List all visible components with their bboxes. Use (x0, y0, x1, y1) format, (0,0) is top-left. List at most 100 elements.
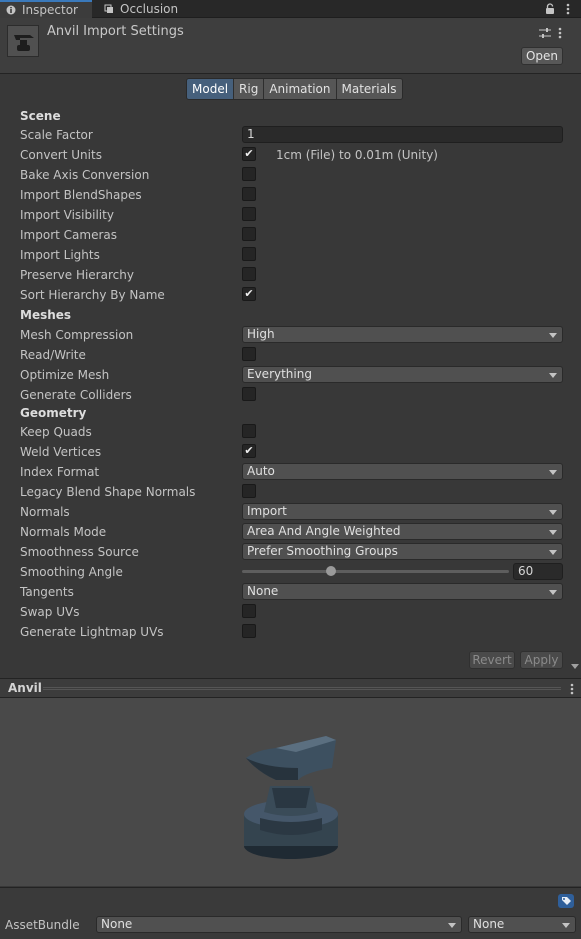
tab-rig[interactable]: Rig (234, 79, 265, 99)
kebab-menu-icon[interactable] (566, 3, 570, 15)
mesh-compression-label: Mesh Compression (20, 328, 134, 342)
asset-thumbnail (7, 25, 39, 57)
generate-colliders-checkbox[interactable] (242, 387, 256, 401)
normals-mode-label: Normals Mode (20, 525, 107, 539)
import-visibility-label: Import Visibility (20, 208, 114, 222)
scale-factor-label: Scale Factor (20, 128, 93, 142)
optimize-mesh-label: Optimize Mesh (20, 368, 110, 382)
legacy-blend-checkbox[interactable] (242, 484, 256, 498)
normals-mode-dropdown[interactable]: Area And Angle Weighted (242, 523, 563, 540)
lightmap-uvs-label: Generate Lightmap UVs (20, 625, 164, 639)
preserve-hierarchy-label: Preserve Hierarchy (20, 268, 134, 282)
import-tabs: Model Rig Animation Materials (186, 78, 403, 100)
import-cameras-label: Import Cameras (20, 228, 117, 242)
index-format-label: Index Format (20, 465, 100, 479)
anvil-model (244, 736, 338, 859)
smoothness-source-value: Prefer Smoothing Groups (247, 544, 398, 558)
chevron-down-icon (549, 550, 557, 555)
inspector-header: Anvil Import Settings Open (0, 18, 581, 74)
open-button[interactable]: Open (521, 47, 563, 65)
lock-icon[interactable] (545, 3, 555, 14)
asset-bundle-label: AssetBundle (5, 918, 80, 932)
chevron-down-icon (562, 923, 570, 928)
chevron-down-icon (549, 470, 557, 475)
chevron-down-icon (549, 373, 557, 378)
import-cameras-checkbox[interactable] (242, 227, 256, 241)
scale-factor-field[interactable]: 1 (242, 126, 563, 143)
normals-dropdown[interactable]: Import (242, 503, 563, 520)
slider-thumb[interactable] (325, 566, 336, 576)
normals-value: Import (247, 504, 287, 518)
tab-occlusion-label: Occlusion (120, 2, 179, 16)
optimize-mesh-value: Everything (247, 367, 312, 381)
info-icon (6, 5, 16, 15)
generate-colliders-label: Generate Colliders (20, 388, 132, 402)
lightmap-uvs-checkbox[interactable] (242, 624, 256, 638)
revert-button[interactable]: Revert (469, 651, 515, 669)
import-lights-label: Import Lights (20, 248, 100, 262)
smoothing-angle-label: Smoothing Angle (20, 565, 123, 579)
tangents-dropdown[interactable]: None (242, 583, 563, 600)
tab-occlusion[interactable]: Occlusion (98, 0, 188, 18)
asset-bundle-bar: AssetBundle None None (0, 887, 581, 939)
preview-menu-icon[interactable] (570, 683, 574, 695)
header-menu-icon[interactable] (558, 27, 562, 39)
preview-drag-handle[interactable] (43, 687, 561, 688)
chevron-down-icon (448, 923, 456, 928)
import-lights-checkbox[interactable] (242, 247, 256, 261)
tab-animation[interactable]: Animation (264, 79, 337, 99)
section-meshes: Meshes (20, 308, 72, 322)
convert-units-note: 1cm (File) to 0.01m (Unity) (276, 148, 438, 162)
import-visibility-checkbox[interactable] (242, 207, 256, 221)
page-title: Anvil Import Settings (47, 24, 184, 39)
scroll-down-icon[interactable] (571, 664, 579, 669)
read-write-label: Read/Write (20, 348, 86, 362)
smoothing-angle-field[interactable]: 60 (513, 563, 563, 580)
tab-inspector[interactable]: Inspector (0, 0, 92, 18)
chevron-down-icon (549, 590, 557, 595)
preview-title: Anvil (8, 681, 42, 695)
apply-button[interactable]: Apply (520, 651, 563, 669)
bake-axis-checkbox[interactable] (242, 167, 256, 181)
tab-materials[interactable]: Materials (336, 79, 402, 99)
chevron-down-icon (549, 510, 557, 515)
preserve-hierarchy-checkbox[interactable] (242, 267, 256, 281)
optimize-mesh-dropdown[interactable]: Everything (242, 366, 563, 383)
window-tab-bar: Inspector Occlusion (0, 0, 581, 18)
mesh-compression-value: High (247, 327, 275, 341)
legacy-blend-label: Legacy Blend Shape Normals (20, 485, 196, 499)
swap-uvs-checkbox[interactable] (242, 604, 256, 618)
weld-vertices-label: Weld Vertices (20, 445, 102, 459)
anvil-icon (14, 35, 34, 51)
asset-bundle-value: None (101, 917, 133, 931)
weld-vertices-checkbox[interactable]: ✔ (242, 444, 256, 458)
sort-hierarchy-checkbox[interactable]: ✔ (242, 287, 256, 301)
keep-quads-checkbox[interactable] (242, 424, 256, 438)
keep-quads-label: Keep Quads (20, 425, 92, 439)
occlusion-icon (104, 4, 113, 13)
settings-sliders-icon[interactable] (539, 28, 551, 38)
tab-inspector-label: Inspector (22, 3, 78, 17)
tab-model[interactable]: Model (187, 79, 235, 99)
section-scene: Scene (20, 109, 61, 123)
import-blendshapes-label: Import BlendShapes (20, 188, 142, 202)
normals-mode-value: Area And Angle Weighted (247, 524, 401, 538)
asset-variant-dropdown[interactable]: None (468, 916, 576, 933)
label-tag-icon[interactable] (558, 894, 574, 908)
chevron-down-icon (549, 530, 557, 535)
smoothness-source-dropdown[interactable]: Prefer Smoothing Groups (242, 543, 563, 560)
smoothness-source-label: Smoothness Source (20, 545, 139, 559)
mesh-compression-dropdown[interactable]: High (242, 326, 563, 343)
tangents-value: None (247, 584, 279, 598)
smoothing-angle-slider[interactable] (242, 566, 509, 576)
bake-axis-label: Bake Axis Conversion (20, 168, 150, 182)
import-blendshapes-checkbox[interactable] (242, 187, 256, 201)
model-preview[interactable] (0, 698, 581, 886)
asset-bundle-dropdown[interactable]: None (96, 916, 462, 933)
sort-hierarchy-label: Sort Hierarchy By Name (20, 288, 165, 302)
convert-units-label: Convert Units (20, 148, 102, 162)
read-write-checkbox[interactable] (242, 347, 256, 361)
convert-units-checkbox[interactable]: ✔ (242, 147, 256, 161)
index-format-dropdown[interactable]: Auto (242, 463, 563, 480)
asset-variant-value: None (473, 917, 505, 931)
